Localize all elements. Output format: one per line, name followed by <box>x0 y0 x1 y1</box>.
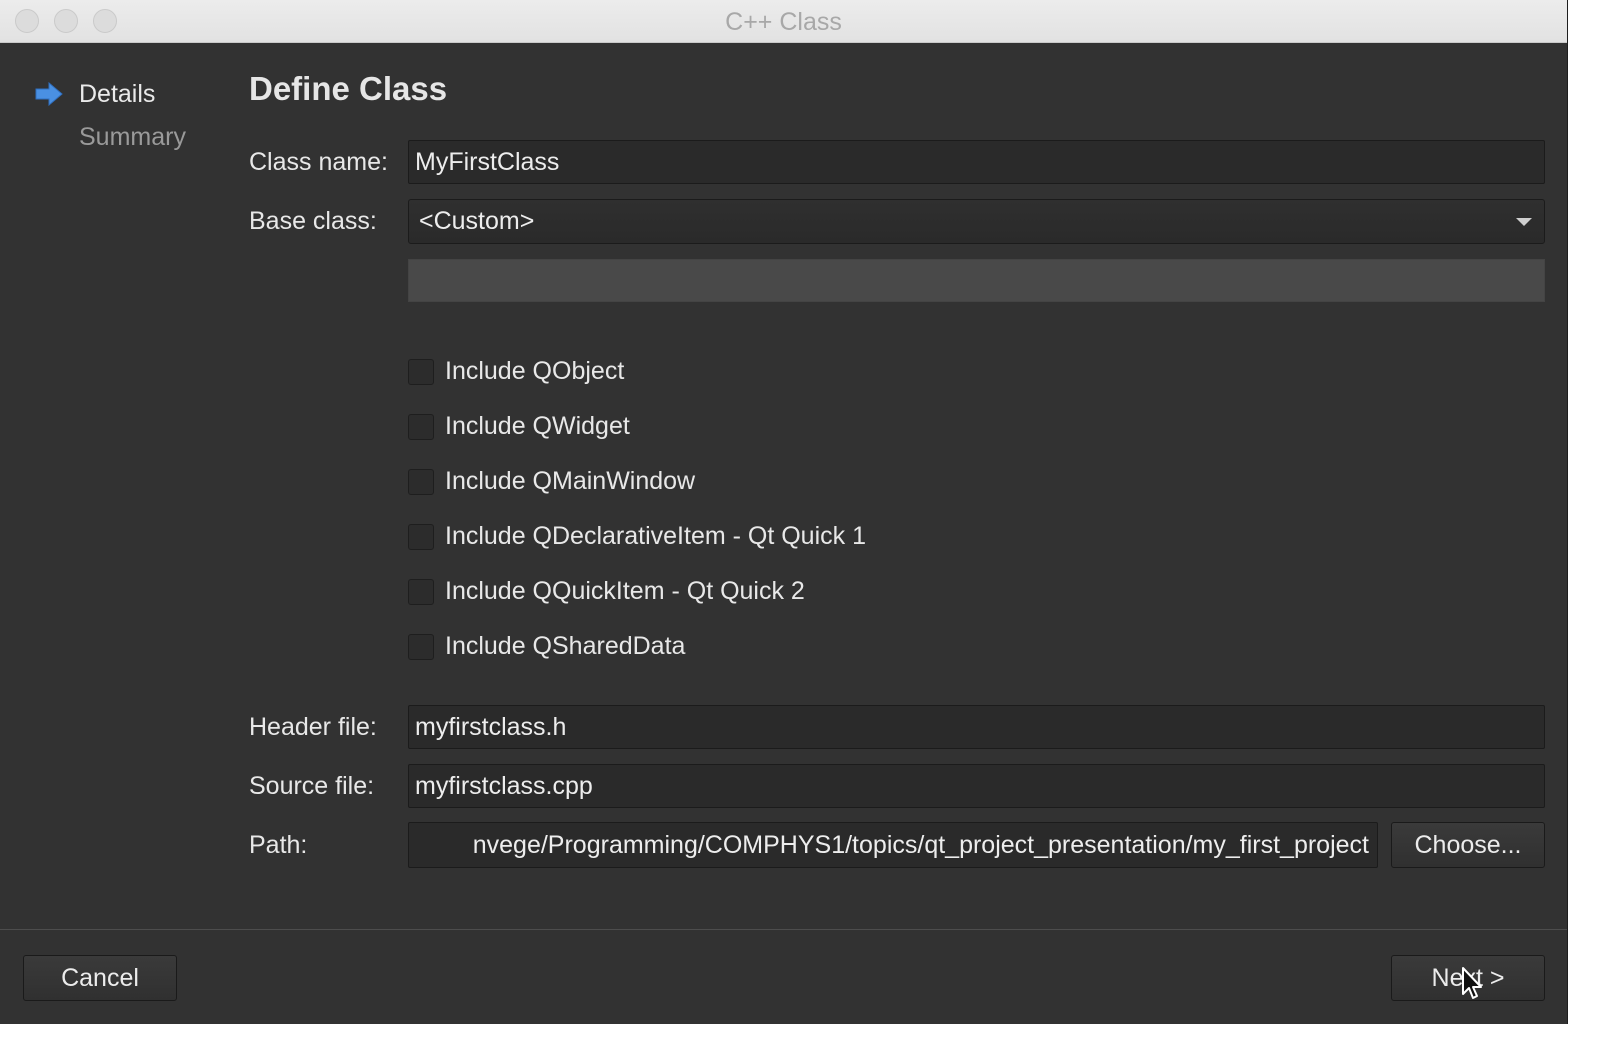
include-qmainwindow-checkbox[interactable] <box>408 469 434 495</box>
class-name-input[interactable]: MyFirstClass <box>408 140 1545 184</box>
header-file-label: Header file: <box>249 713 377 741</box>
include-qquickitem-checkbox[interactable] <box>408 579 434 605</box>
header-file-input[interactable]: myfirstclass.h <box>408 705 1545 749</box>
include-qwidget-checkbox[interactable] <box>408 414 434 440</box>
cpp-class-dialog: C++ Class Details Summary Define Class C… <box>0 0 1568 1024</box>
source-file-input[interactable]: myfirstclass.cpp <box>408 764 1545 808</box>
include-qobject-checkbox[interactable] <box>408 359 434 385</box>
base-class-label: Base class: <box>249 207 377 235</box>
wizard-step-summary: Summary <box>79 123 186 151</box>
wizard-step-details: Details <box>79 80 156 108</box>
path-label: Path: <box>249 831 308 859</box>
cancel-button[interactable]: Cancel <box>23 955 177 1001</box>
path-value: nvege/Programming/COMPHYS1/topics/qt_pro… <box>472 831 1369 859</box>
path-input[interactable]: nvege/Programming/COMPHYS1/topics/qt_pro… <box>408 822 1378 868</box>
base-class-select[interactable]: <Custom> <box>408 199 1545 244</box>
include-qwidget-label: Include QWidget <box>445 412 630 440</box>
custom-base-class-input <box>408 259 1545 302</box>
page-title: Define Class <box>249 70 448 107</box>
choose-path-button[interactable]: Choose... <box>1391 822 1545 868</box>
mouse-cursor-icon <box>1462 967 1482 999</box>
base-class-selected-value: <Custom> <box>419 207 535 235</box>
include-qmainwindow-label: Include QMainWindow <box>445 467 696 495</box>
include-qshareddata-label: Include QSharedData <box>445 632 686 660</box>
include-qdeclarativeitem-label: Include QDeclarativeItem - Qt Quick 1 <box>445 522 866 550</box>
window-title: C++ Class <box>725 8 842 36</box>
include-qquickitem-label: Include QQuickItem - Qt Quick 2 <box>445 577 805 605</box>
chevron-down-icon <box>1516 218 1532 226</box>
footer-separator <box>0 929 1567 930</box>
title-bar: C++ Class <box>0 0 1567 43</box>
include-qshareddata-checkbox[interactable] <box>408 634 434 660</box>
include-qobject-label: Include QObject <box>445 357 625 385</box>
include-qdeclarativeitem-checkbox[interactable] <box>408 524 434 550</box>
source-file-label: Source file: <box>249 772 375 800</box>
arrow-right-icon <box>35 82 63 106</box>
class-name-label: Class name: <box>249 148 388 176</box>
